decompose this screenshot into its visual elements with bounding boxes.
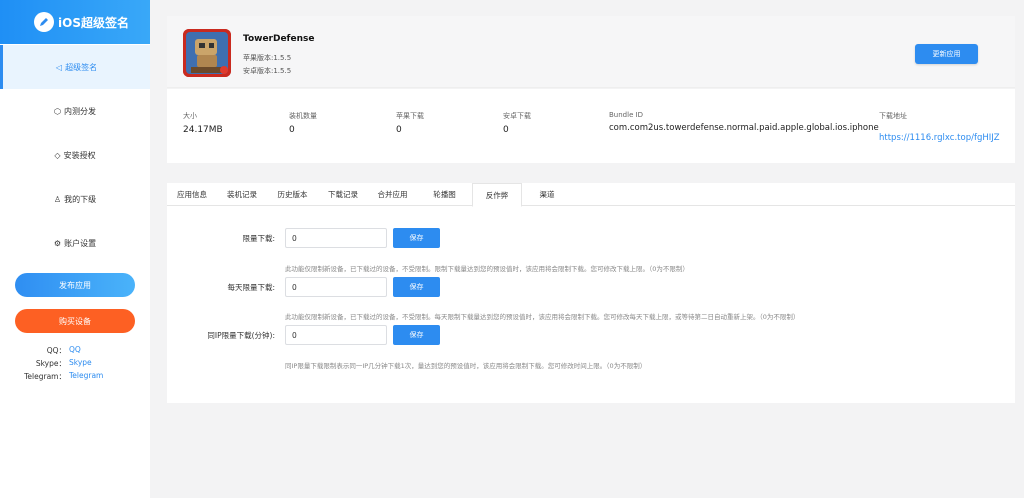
telegram-link[interactable]: Telegram bbox=[69, 371, 103, 382]
stat-label: 苹果下载 bbox=[396, 112, 424, 120]
update-app-button[interactable]: 更新应用 bbox=[915, 44, 978, 64]
stat-install-count: 装机数量 0 bbox=[289, 111, 317, 135]
limit-download-hint: 此功能仅限制新设备，已下载过的设备，不受限制。限制下载量达到您的预设值时，该应用… bbox=[285, 265, 689, 273]
publish-app-button[interactable]: 发布应用 bbox=[15, 273, 135, 297]
save-button[interactable]: 保存 bbox=[393, 228, 440, 248]
app-icon bbox=[183, 29, 231, 77]
sidebar-item-label: 账户设置 bbox=[64, 238, 97, 248]
sidebar-item-super-sign[interactable]: ◁ 超级签名 bbox=[0, 45, 150, 89]
tab-bar: 应用信息 装机记录 历史版本 下载记录 合并应用 轮播图 反作弊 渠道 bbox=[167, 183, 1015, 207]
gear-icon: ⚙ bbox=[53, 238, 62, 248]
tab-history-versions[interactable]: 历史版本 bbox=[267, 183, 318, 206]
ios-version: 苹果版本:1.5.5 bbox=[243, 54, 292, 62]
ip-limit-download-row: 同IP限量下载(分钟): 0 保存 bbox=[167, 325, 1015, 345]
stat-bundle-id: Bundle ID com.com2us.towerdefense.normal… bbox=[609, 111, 879, 133]
stat-label: 装机数量 bbox=[289, 112, 317, 120]
stat-android-downloads: 安卓下载 0 bbox=[503, 111, 531, 135]
tab-download-records[interactable]: 下载记录 bbox=[318, 183, 368, 206]
stat-value: 0 bbox=[289, 125, 295, 135]
contact-label: QQ： bbox=[46, 346, 66, 355]
logo-bar[interactable]: iOS超级签名 bbox=[0, 0, 150, 44]
daily-limit-download-row: 每天限量下载: 0 保存 bbox=[167, 277, 1015, 297]
tab-app-info[interactable]: 应用信息 bbox=[167, 183, 217, 206]
logo-text: iOS超级签名 bbox=[58, 15, 129, 30]
stat-value: 0 bbox=[396, 125, 402, 135]
cube-icon: ⬡ bbox=[54, 106, 61, 116]
sidebar-item-label: 超级签名 bbox=[65, 62, 98, 72]
qq-link[interactable]: QQ bbox=[69, 345, 81, 356]
contact-telegram: Telegram： Telegram bbox=[0, 371, 150, 382]
buy-device-button[interactable]: 购买设备 bbox=[15, 309, 135, 333]
contact-label: Skype： bbox=[35, 359, 66, 368]
sidebar-item-account-settings[interactable]: ⚙ 账户设置 bbox=[0, 221, 150, 265]
stat-size: 大小 24.17MB bbox=[183, 111, 223, 135]
stat-value: 0 bbox=[503, 125, 509, 135]
daily-limit-download-input[interactable]: 0 bbox=[285, 277, 387, 297]
sidebar: iOS超级签名 ◁ 超级签名 ⬡ 内测分发 ◇ 安装授权 ♙ 我的下级 ⚙ 账户… bbox=[0, 0, 150, 498]
tabs-card: 应用信息 装机记录 历史版本 下载记录 合并应用 轮播图 反作弊 渠道 限量下载… bbox=[167, 183, 1015, 403]
stat-value: com.com2us.towerdefense.normal.paid.appl… bbox=[609, 123, 879, 133]
tag-icon: ◇ bbox=[54, 150, 61, 160]
sidebar-item-label: 我的下级 bbox=[64, 194, 97, 204]
tab-merge-app[interactable]: 合并应用 bbox=[368, 183, 417, 206]
sidebar-item-my-subordinates[interactable]: ♙ 我的下级 bbox=[0, 177, 150, 221]
ip-limit-download-input[interactable]: 0 bbox=[285, 325, 387, 345]
form-label: 限量下载: bbox=[242, 234, 275, 243]
stat-label: 下载地址 bbox=[879, 112, 907, 120]
download-url-link[interactable]: https://1116.rglxc.top/fgHIJZ bbox=[879, 133, 1000, 143]
sidebar-item-label: 内测分发 bbox=[63, 106, 96, 116]
sidebar-item-beta-distribution[interactable]: ⬡ 内测分发 bbox=[0, 89, 150, 133]
form-label: 同IP限量下载(分钟): bbox=[207, 331, 275, 340]
form-label: 每天限量下载: bbox=[227, 283, 275, 292]
stat-download-url: 下载地址 https://1116.rglxc.top/fgHIJZ bbox=[879, 111, 1000, 143]
pencil-icon bbox=[34, 12, 54, 32]
stat-label: Bundle ID bbox=[609, 111, 644, 119]
stat-ios-downloads: 苹果下载 0 bbox=[396, 111, 424, 135]
app-header-card: TowerDefense 苹果版本:1.5.5 安卓版本:1.5.5 更新应用 bbox=[167, 16, 1015, 88]
stat-label: 安卓下载 bbox=[503, 112, 531, 120]
contact-label: Telegram： bbox=[24, 372, 66, 381]
tab-anti-cheat[interactable]: 反作弊 bbox=[472, 183, 522, 207]
skype-link[interactable]: Skype bbox=[69, 358, 92, 369]
save-button[interactable]: 保存 bbox=[393, 325, 440, 345]
contact-qq: QQ： QQ bbox=[0, 345, 150, 356]
save-button[interactable]: 保存 bbox=[393, 277, 440, 297]
tab-channel[interactable]: 渠道 bbox=[522, 183, 572, 206]
tab-carousel[interactable]: 轮播图 bbox=[417, 183, 472, 206]
sidebar-item-install-auth[interactable]: ◇ 安装授权 bbox=[0, 133, 150, 177]
daily-limit-download-hint: 此功能仅限制新设备，已下载过的设备，不受限制。每天限制下载量达到您的预设值时，该… bbox=[285, 313, 800, 321]
limit-download-input[interactable]: 0 bbox=[285, 228, 387, 248]
stat-label: 大小 bbox=[183, 112, 197, 120]
contact-skype: Skype： Skype bbox=[0, 358, 150, 369]
ip-limit-download-hint: 同IP限量下载限制表示同一IP几分钟下载1次，量达到您的预设值时，该应用将会限制… bbox=[285, 362, 647, 370]
send-icon: ◁ bbox=[55, 62, 63, 72]
app-name: TowerDefense bbox=[243, 34, 315, 44]
limit-download-row: 限量下载: 0 保存 bbox=[167, 228, 1015, 248]
stats-card: 大小 24.17MB 装机数量 0 苹果下载 0 安卓下载 0 Bundle I… bbox=[167, 89, 1015, 163]
sidebar-item-label: 安装授权 bbox=[63, 150, 96, 160]
tab-install-records[interactable]: 装机记录 bbox=[217, 183, 267, 206]
user-icon: ♙ bbox=[53, 194, 62, 204]
stat-value: 24.17MB bbox=[183, 125, 223, 135]
android-version: 安卓版本:1.5.5 bbox=[243, 67, 292, 75]
